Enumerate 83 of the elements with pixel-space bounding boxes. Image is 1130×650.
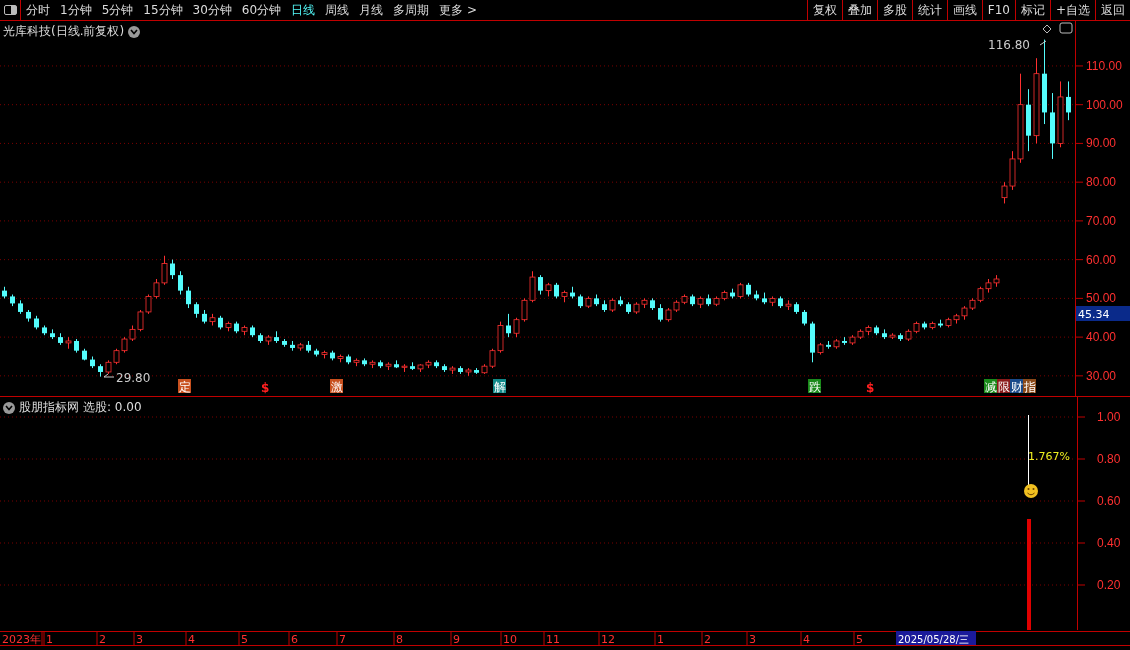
price-axis-label: 90.00 (1086, 136, 1117, 151)
time-axis-label: 8 (396, 633, 403, 646)
diamond-icon[interactable] (1042, 24, 1052, 34)
period-tab[interactable]: 日线 (286, 0, 321, 20)
dropdown-icon[interactable] (128, 25, 141, 38)
candlestick (1066, 80, 1071, 121)
price-axis-label: 110.00 (1086, 58, 1122, 73)
time-axis-label: 9 (453, 633, 460, 646)
period-tab[interactable]: 周线 (320, 0, 355, 20)
period-tab[interactable]: 15分钟 (138, 0, 188, 20)
signal-mark: $ (261, 381, 270, 395)
price-axis-label: 40.00 (1086, 330, 1117, 345)
price-axis-label: 100.00 (1086, 97, 1123, 112)
period-tab[interactable]: 多周期 (388, 0, 435, 20)
indicator-axis-label: 0.80 (1097, 452, 1121, 466)
period-tab[interactable]: 30分钟 (187, 0, 237, 20)
period-tab[interactable]: 月线 (354, 0, 389, 20)
candlestick (506, 313, 511, 338)
toolbar-button[interactable]: 画线 (946, 0, 982, 20)
signal-tag: 解 (493, 379, 506, 394)
panel-toggle-icon[interactable] (1059, 22, 1073, 34)
candlestick (178, 270, 183, 295)
signal-tag: 跌 (808, 379, 821, 394)
toolbar-button[interactable]: 复权 (806, 0, 842, 20)
time-axis-label: 12 (601, 633, 615, 646)
price-axis-label: 60.00 (1086, 252, 1117, 267)
indicator-reading: 选股: 0.00 (83, 399, 142, 416)
time-axis-label: 10 (503, 633, 517, 646)
time-axis-label: 1 (46, 633, 53, 646)
indicator-axis-label: 0.20 (1097, 578, 1121, 592)
signal-tag: 减 (984, 379, 997, 394)
last-price-tag: 45.34 (1076, 306, 1130, 321)
price-axis-label: 80.00 (1086, 175, 1117, 190)
percent-label: 1.767% (1028, 450, 1070, 463)
time-axis-label: 3 (136, 633, 143, 646)
time-axis-label: 1 (657, 633, 664, 646)
indicator-name: 股朋指标网 (19, 399, 79, 416)
toolbar-button[interactable]: 多股 (876, 0, 912, 20)
time-axis-label: 5 (241, 633, 248, 646)
cursor-date: 2025/05/28/三 (896, 631, 976, 645)
indicator-axis-label: 0.60 (1097, 494, 1121, 508)
time-axis-label: 5 (856, 633, 863, 646)
toolbar-button[interactable]: 叠加 (841, 0, 877, 20)
high-price-leader-line (1039, 40, 1047, 46)
price-axis-label: 30.00 (1086, 368, 1117, 383)
candlestick (538, 274, 543, 295)
price-axis-label: 50.00 (1086, 291, 1117, 306)
low-price-label: 29.80 (116, 371, 151, 385)
price-axis-label: 70.00 (1086, 213, 1117, 228)
signal-mark: $ (866, 381, 875, 395)
low-price-leader-line (103, 373, 115, 378)
time-axis-label: 2023年 (2, 633, 41, 646)
toolbar-button[interactable]: 返回 (1095, 0, 1130, 20)
high-price-label: 116.80 (988, 38, 1030, 52)
signal-tag: 指 (1023, 379, 1036, 394)
dropdown-icon[interactable] (3, 401, 15, 414)
time-axis-label: 11 (546, 633, 560, 646)
time-axis-label: 2 (99, 633, 106, 646)
toolbar-button[interactable]: F10 (981, 0, 1015, 20)
toolbar-button[interactable]: +自选 (1049, 0, 1095, 20)
time-axis-label: 7 (339, 633, 346, 646)
toolbar-button[interactable]: 标记 (1014, 0, 1050, 20)
period-tab[interactable]: 60分钟 (236, 0, 287, 20)
time-axis-label: 4 (188, 633, 195, 646)
period-tab[interactable]: 1分钟 (55, 0, 97, 20)
time-axis-label: 3 (749, 633, 756, 646)
period-tab[interactable]: 分时 (21, 0, 55, 20)
toolbar-button[interactable]: 统计 (911, 0, 947, 20)
period-tab[interactable]: 更多 > (434, 0, 482, 20)
period-tab[interactable]: 5分钟 (96, 0, 139, 20)
candlestick (170, 259, 175, 280)
time-axis-label: 4 (803, 633, 810, 646)
chart-title: 光库科技(日线.前复权) (3, 23, 125, 40)
time-axis-label: 6 (291, 633, 298, 646)
smiley-icon (1024, 484, 1038, 498)
signal-tag: 定 (178, 379, 191, 394)
signal-tag: 财 (1010, 379, 1023, 394)
candlestick (186, 286, 191, 309)
indicator-axis-label: 1.00 (1097, 410, 1121, 424)
signal-tag: 限 (997, 379, 1010, 394)
signal-tag: 激 (330, 379, 343, 394)
indicator-axis-label: 0.40 (1097, 536, 1121, 550)
time-axis-label: 2 (704, 633, 711, 646)
